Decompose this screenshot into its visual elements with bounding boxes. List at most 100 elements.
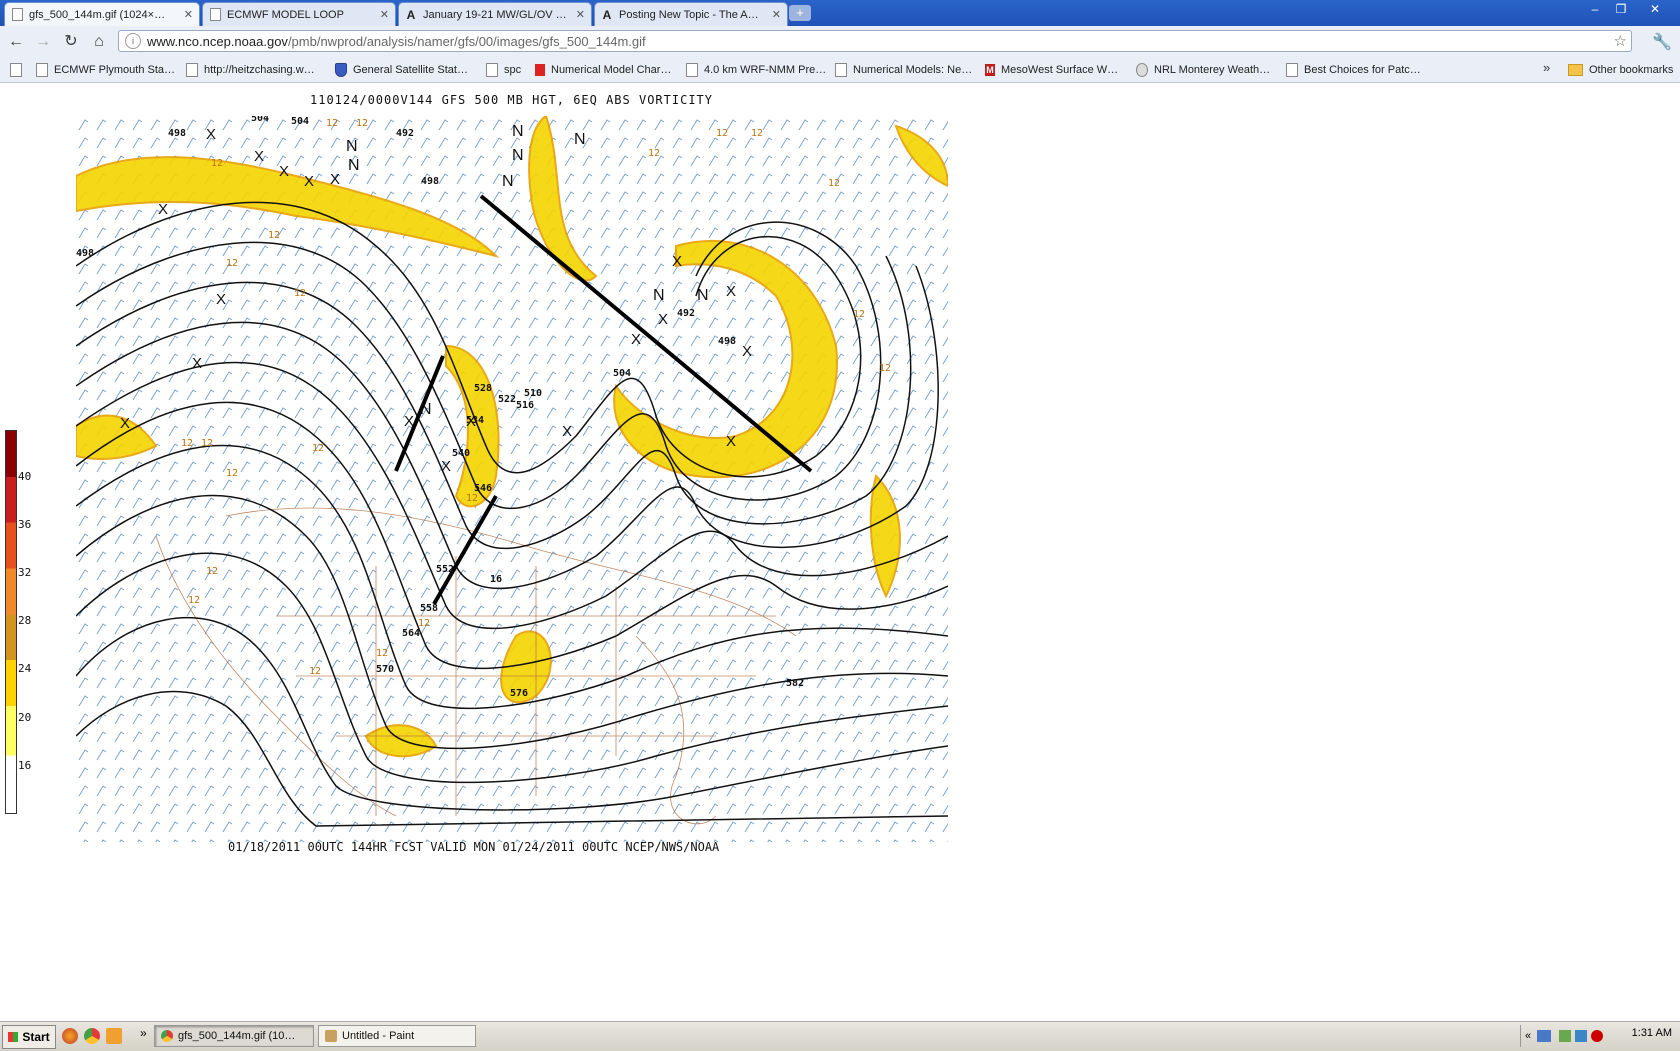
- bookmark-item[interactable]: spc: [486, 62, 521, 78]
- monitor-icon[interactable]: [1575, 1030, 1588, 1042]
- max-marker: X: [330, 171, 340, 188]
- volume-muted-icon[interactable]: [1591, 1030, 1604, 1042]
- media-player-icon[interactable]: [106, 1028, 122, 1044]
- close-icon[interactable]: ✕: [576, 8, 585, 21]
- vort-label: 12: [201, 438, 213, 449]
- bookmark-item[interactable]: 4.0 km WRF-NMM Pre…: [686, 62, 826, 78]
- max-marker: X: [658, 311, 668, 328]
- bookmark-label: Numerical Models: Ne…: [853, 64, 973, 76]
- close-icon[interactable]: ✕: [380, 8, 389, 21]
- tab-title: Posting New Topic - The A…: [619, 8, 759, 21]
- bookmark-item[interactable]: General Satellite Stat…: [335, 62, 468, 78]
- close-icon[interactable]: ✕: [184, 8, 193, 21]
- colorbar-label: 32: [18, 566, 32, 579]
- close-window-button[interactable]: ✕: [1644, 1, 1666, 17]
- vort-label: 12: [879, 363, 891, 374]
- contour-label: 510: [524, 388, 542, 399]
- chrome-icon[interactable]: [84, 1028, 100, 1044]
- quicklaunch-chevron[interactable]: »: [140, 1026, 147, 1040]
- a-icon: A: [406, 7, 416, 22]
- bookmark-star-icon[interactable]: ☆: [1614, 32, 1627, 50]
- task-paint[interactable]: Untitled - Paint: [318, 1025, 476, 1047]
- bookmarks-bar: ECMWF Plymouth Sta… http://heitzchasing.…: [0, 58, 1680, 83]
- max-marker: X: [216, 291, 226, 308]
- page-icon: [209, 8, 221, 21]
- min-marker: N: [697, 287, 709, 304]
- reload-icon[interactable]: ↻: [61, 32, 81, 52]
- task-browser[interactable]: gfs_500_144m.gif (10…: [154, 1025, 314, 1047]
- bookmark-item[interactable]: Numerical Models: Ne…: [835, 62, 972, 78]
- forward-icon[interactable]: →: [33, 32, 53, 52]
- max-marker: X: [466, 413, 476, 430]
- battery-icon[interactable]: [1559, 1030, 1572, 1042]
- contour-label: 492: [396, 128, 414, 139]
- other-bookmarks-button[interactable]: Other bookmarks: [1568, 62, 1673, 78]
- new-tab-button[interactable]: +: [789, 5, 811, 21]
- address-bar[interactable]: i www.nco.ncep.noaa.gov/pmb/nwprod/analy…: [118, 30, 1632, 52]
- bookmarks-overflow-button[interactable]: »: [1543, 60, 1550, 75]
- min-marker: N: [574, 131, 586, 148]
- a-icon: A: [602, 7, 612, 22]
- home-icon[interactable]: ⌂: [89, 32, 109, 52]
- browser-toolbar: ← → ↻ ⌂ i www.nco.ncep.noaa.gov/pmb/nwpr…: [0, 26, 1680, 59]
- contour-label: 570: [376, 664, 394, 675]
- contour-label: 504: [613, 368, 631, 379]
- vort-label: 12: [466, 493, 478, 504]
- tab-january-forum[interactable]: A January 19-21 MW/GL/OV … ✕: [398, 2, 592, 26]
- vort-label: 12: [312, 443, 324, 454]
- vort-label: 12: [294, 288, 306, 299]
- contour-label: 498: [421, 176, 439, 187]
- tab-strip: gfs_500_144m.gif (1024×… ✕ ECMWF MODEL L…: [0, 0, 1680, 26]
- bookmark-item[interactable]: Best Choices for Patc…: [1286, 62, 1421, 78]
- bookmark-item[interactable]: ECMWF Plymouth Sta…: [36, 62, 175, 78]
- vort-label: 12: [376, 648, 388, 659]
- bookmark-label: 4.0 km WRF-NMM Pre…: [704, 64, 827, 76]
- start-button[interactable]: Start: [2, 1025, 56, 1049]
- wrench-icon[interactable]: 🔧: [1652, 32, 1672, 52]
- bookmark-item[interactable]: http://heitzchasing.w…: [186, 62, 315, 78]
- vort-label: 12: [356, 118, 368, 129]
- bookmark-item[interactable]: [10, 62, 28, 78]
- tab-posting-topic[interactable]: A Posting New Topic - The A… ✕: [594, 2, 788, 26]
- tab-gfs-image[interactable]: gfs_500_144m.gif (1024×… ✕: [4, 2, 200, 26]
- close-icon[interactable]: ✕: [772, 8, 781, 21]
- map-footer: 01/18/2011 00UTC 144HR FCST VALID MON 01…: [228, 840, 720, 854]
- page-icon: [11, 8, 23, 21]
- minimize-button[interactable]: ‒: [1584, 1, 1606, 17]
- bookmark-label: General Satellite Stat…: [353, 64, 468, 76]
- contour-label: 504: [251, 116, 269, 124]
- colorbar-label: 36: [18, 518, 32, 531]
- tab-ecmwf-loop[interactable]: ECMWF MODEL LOOP ✕: [202, 2, 396, 26]
- page-info-icon[interactable]: i: [125, 33, 141, 49]
- weather-map-image: 504 492 498 498 504 510 516 522 528 534 …: [75, 113, 950, 842]
- vort-label: 12: [326, 118, 338, 129]
- max-marker: X: [206, 126, 216, 143]
- page-icon: [686, 63, 698, 77]
- tray-chevron[interactable]: «: [1525, 1030, 1531, 1042]
- contour-label: 564: [402, 628, 420, 639]
- vort-label: 12: [309, 666, 321, 677]
- firefox-icon[interactable]: [62, 1028, 78, 1044]
- paint-icon: [325, 1030, 337, 1042]
- min-marker: N: [346, 138, 358, 155]
- network-icon[interactable]: [1537, 1030, 1552, 1042]
- bookmark-item[interactable]: M MesoWest Surface W…: [985, 62, 1118, 78]
- vort-label: 12: [188, 595, 200, 606]
- vort-value-label: 16: [490, 574, 502, 585]
- back-icon[interactable]: ←: [6, 32, 26, 52]
- contour-label: 522: [498, 394, 516, 405]
- contour-label: 576: [510, 688, 528, 699]
- vort-label: 12: [716, 128, 728, 139]
- min-marker: N: [348, 157, 360, 174]
- bookmark-label: spc: [504, 64, 522, 76]
- bookmark-item[interactable]: NRL Monterey Weath…: [1136, 62, 1270, 78]
- bookmark-item[interactable]: Numerical Model Char…: [535, 62, 671, 78]
- colorbar-gradient: [6, 431, 16, 813]
- colorbar-label: 20: [18, 711, 32, 724]
- max-marker: X: [254, 148, 264, 165]
- min-marker: N: [653, 287, 665, 304]
- page-icon: [10, 63, 22, 77]
- max-marker: X: [192, 355, 202, 372]
- vort-label: 12: [226, 258, 238, 269]
- restore-button[interactable]: ❐: [1610, 1, 1632, 17]
